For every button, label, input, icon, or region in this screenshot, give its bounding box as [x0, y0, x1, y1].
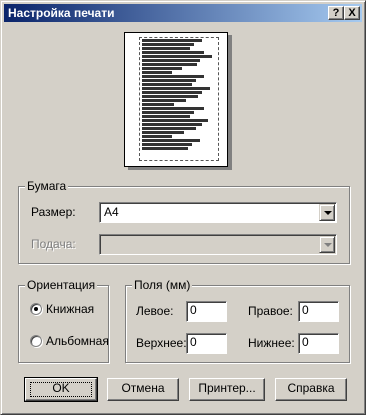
focus-rectangle	[30, 382, 92, 397]
ok-button[interactable]: OK	[24, 377, 98, 402]
printer-button[interactable]: Принтер...	[189, 378, 265, 401]
paper-size-value: A4	[104, 205, 119, 219]
top-margin-label: Верхнее:	[136, 336, 187, 350]
margins-group-label: Поля (мм)	[132, 278, 193, 292]
orientation-group-label: Ориентация	[25, 278, 98, 292]
help-title-button[interactable]: ?	[328, 6, 344, 20]
landscape-label[interactable]: Альбомная	[46, 334, 109, 348]
print-setup-dialog: Настройка печати ? X Бумага Размер: A4 П…	[0, 0, 366, 415]
chevron-down-icon	[324, 243, 332, 247]
cancel-button-label: Отмена	[121, 381, 165, 395]
left-margin-label: Левое:	[136, 304, 174, 318]
paper-source-label: Подача:	[31, 237, 76, 251]
title-bar[interactable]: Настройка печати ? X	[4, 4, 362, 22]
portrait-radio[interactable]	[30, 303, 42, 315]
cancel-button[interactable]: Отмена	[107, 378, 179, 401]
help-icon: ?	[332, 7, 340, 19]
left-margin-input[interactable]: 0	[186, 301, 227, 322]
paper-size-select[interactable]: A4	[99, 202, 337, 223]
paper-source-dropdown-button[interactable]	[319, 236, 335, 253]
bottom-margin-input[interactable]: 0	[298, 333, 339, 354]
portrait-label[interactable]: Книжная	[46, 302, 94, 316]
close-icon: X	[348, 7, 356, 19]
right-margin-label: Правое:	[248, 304, 293, 318]
help-button[interactable]: Справка	[275, 378, 347, 401]
window-title: Настройка печати	[8, 6, 115, 20]
landscape-radio[interactable]	[30, 335, 42, 347]
paper-size-label: Размер:	[31, 205, 76, 219]
paper-size-dropdown-button[interactable]	[319, 204, 335, 221]
page-preview	[124, 32, 228, 167]
paper-group-label: Бумага	[25, 179, 69, 193]
orientation-group: Ориентация Книжная Альбомная	[18, 278, 109, 363]
printer-button-label: Принтер...	[198, 381, 256, 395]
bottom-margin-label: Нижнее:	[248, 336, 295, 350]
top-margin-input[interactable]: 0	[186, 333, 227, 354]
paper-source-select[interactable]	[99, 234, 337, 255]
margins-group: Поля (мм) Левое: 0 Правое: 0 Верхнее: 0 …	[125, 278, 350, 363]
preview-text-area	[139, 37, 219, 161]
help-button-label: Справка	[287, 381, 335, 395]
close-title-button[interactable]: X	[344, 6, 360, 20]
right-margin-input[interactable]: 0	[298, 301, 339, 322]
radio-selected-dot	[34, 307, 38, 311]
chevron-down-icon	[324, 211, 332, 215]
paper-group: Бумага Размер: A4 Подача:	[18, 179, 350, 264]
